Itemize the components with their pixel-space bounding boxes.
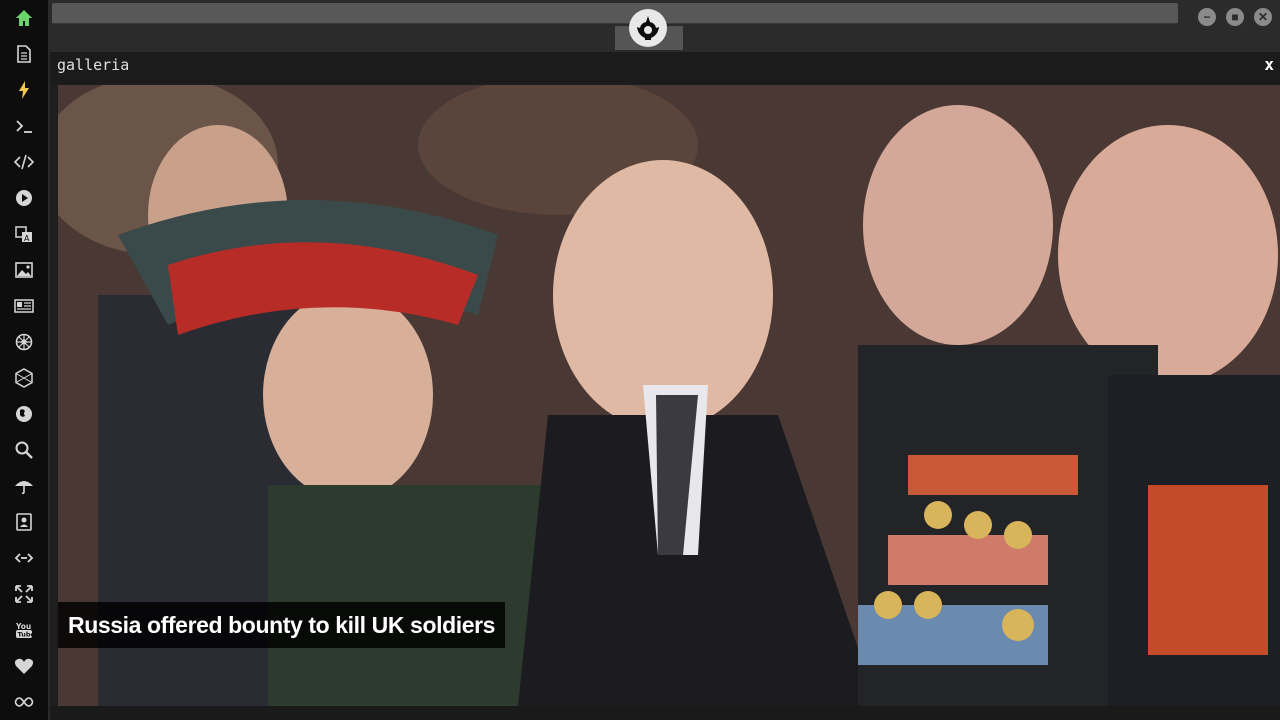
address-track[interactable]: [52, 3, 1178, 24]
youtube-icon[interactable]: You Tube: [12, 618, 36, 642]
svg-text:A: A: [24, 234, 30, 243]
translate-icon[interactable]: A: [12, 222, 36, 246]
gallery-caption: Russia offered bounty to kill UK soldier…: [58, 602, 506, 648]
news-icon[interactable]: [12, 294, 36, 318]
lightning-icon[interactable]: [12, 78, 36, 102]
close-icon[interactable]: ✕: [1254, 8, 1272, 26]
code-icon[interactable]: [12, 150, 36, 174]
link-icon[interactable]: [12, 546, 36, 570]
heart-icon[interactable]: [12, 654, 36, 678]
bottom-strip: [50, 706, 1280, 720]
home-icon[interactable]: [12, 6, 36, 30]
panel-header: galleria x: [50, 52, 1280, 84]
play-icon[interactable]: [12, 186, 36, 210]
terminal-icon[interactable]: [12, 114, 36, 138]
settings-wheel-icon[interactable]: [12, 330, 36, 354]
image-icon[interactable]: [12, 258, 36, 282]
search-icon[interactable]: [12, 438, 36, 462]
panel-title: galleria: [57, 56, 130, 74]
rebel-alliance-icon[interactable]: [629, 9, 667, 47]
umbrella-icon[interactable]: [12, 474, 36, 498]
minimize-icon[interactable]: −: [1198, 8, 1216, 26]
document-icon[interactable]: [12, 42, 36, 66]
infinity-icon[interactable]: [12, 690, 36, 714]
maximize-icon[interactable]: ■: [1226, 8, 1244, 26]
contact-card-icon[interactable]: [12, 510, 36, 534]
svg-text:Tube: Tube: [18, 631, 35, 639]
globe-icon[interactable]: [12, 402, 36, 426]
hexagon-icon[interactable]: [12, 366, 36, 390]
top-bar: − ■ ✕: [50, 0, 1280, 52]
expand-icon[interactable]: [12, 582, 36, 606]
sidebar: A You Tube: [0, 0, 50, 720]
panel-close-button[interactable]: x: [1264, 55, 1274, 74]
